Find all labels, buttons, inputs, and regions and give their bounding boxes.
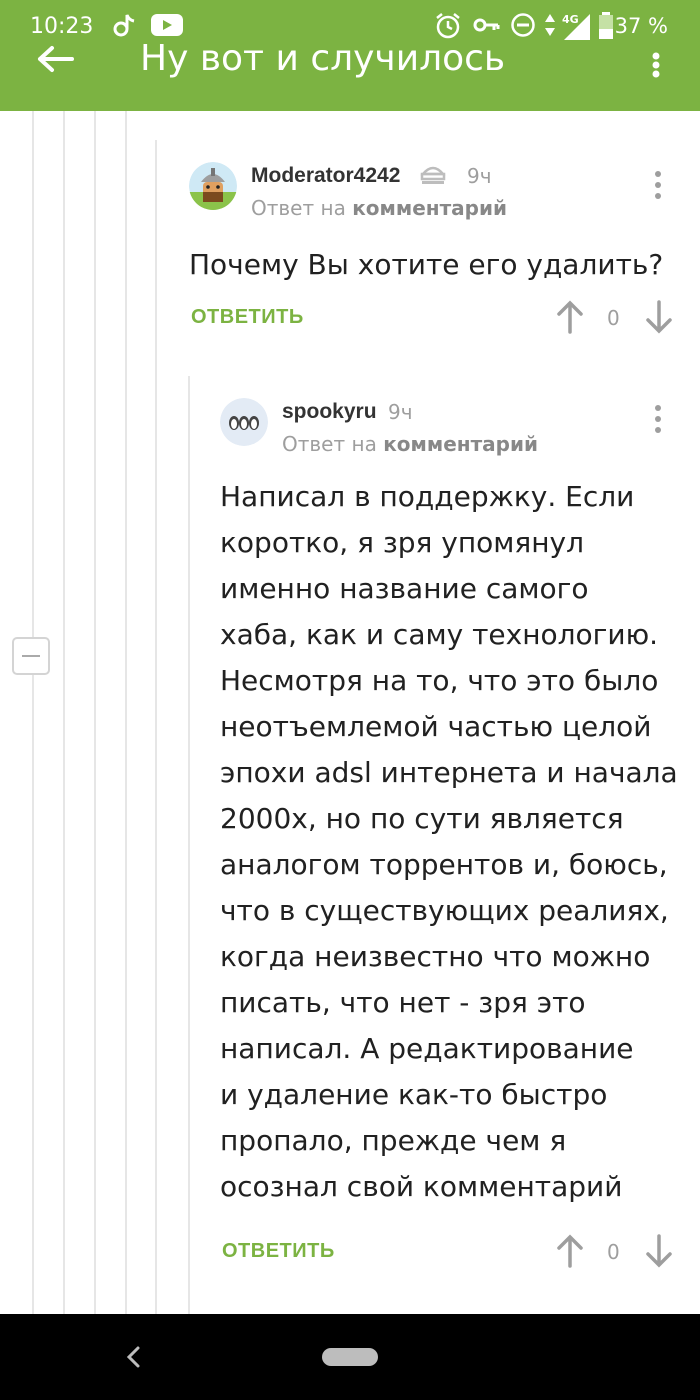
comment-text: Написал в поддержку. Если коротко, я зря… [220,474,678,1210]
comment-text-line: когда неизвестно что можно [220,940,651,973]
comment-text-line: Написал в поддержку. Если [220,480,635,513]
battery-icon [598,12,614,40]
comment-text-line: хаба, как и саму технологию. [220,618,659,651]
page-title: Ну вот и случилось [140,38,506,79]
comment-username[interactable]: Moderator4242 [251,164,400,188]
comment-text-line: Несмотря на то, что это было [220,664,659,697]
comment-text-line: пропало, прежде чем я [220,1124,567,1157]
comment-text: Почему Вы хотите его удалить? [189,248,664,281]
avatar[interactable] [220,398,268,446]
app-bar: 10:23 4G 37 % Ну вот и случилось [0,0,700,111]
comment-username[interactable]: spookyru [282,400,377,424]
upvote-icon[interactable] [556,1234,584,1268]
signal-icon: 4G [560,12,594,42]
moderator-badge-icon [419,162,447,193]
comment-text-line: коротко, я зря упомянул [220,526,584,559]
system-nav-bar [0,1314,700,1400]
reply-to-line: Ответ на комментарий [251,196,507,220]
reply-to-line: Ответ на комментарий [282,432,538,456]
battery-percent: 37 % [614,14,668,38]
network-type-label: 4G [562,13,579,26]
comment-menu-icon[interactable] [653,170,663,202]
comment-text-line: написал. А редактирование [220,1032,634,1065]
thread-line [63,111,65,1314]
back-arrow-icon[interactable] [36,44,76,74]
comment-time: 9ч [467,164,492,188]
comment-text-line: неотъемлемой частью целой [220,710,652,743]
do-not-disturb-icon [510,12,536,38]
collapse-thread-button[interactable] [12,637,50,675]
reply-to-link[interactable]: комментарий [352,196,507,220]
status-time: 10:23 [30,14,94,39]
key-icon [472,12,500,38]
comment-text-line: осознал свой комментарий [220,1170,623,1203]
comment-text-line: 2000х, но по сути является [220,802,624,835]
downvote-icon[interactable] [645,300,673,334]
comment-text-line: эпохи adsl интернета и начала [220,756,678,789]
overflow-menu-icon[interactable] [648,52,664,78]
thread-line [32,111,34,1314]
nav-home-pill[interactable] [322,1348,378,1366]
comment-text-line: аналогом торрентов и, боюсь, [220,848,668,881]
comment-thread-line [188,376,190,1314]
data-arrows-icon [544,12,556,38]
vote-count: 0 [607,1240,620,1264]
comment-menu-icon[interactable] [653,404,663,436]
nav-back-icon[interactable] [122,1344,146,1370]
reply-button[interactable]: ОТВЕТИТЬ [222,1240,335,1263]
thread-line [94,111,96,1314]
vote-count: 0 [607,306,620,330]
comment-thread-line [155,140,157,1314]
youtube-icon [150,12,184,38]
avatar[interactable] [189,162,237,210]
thread-line [125,111,127,1314]
downvote-icon[interactable] [645,1234,673,1268]
upvote-icon[interactable] [556,300,584,334]
reply-to-link[interactable]: комментарий [383,432,538,456]
tiktok-icon [112,12,136,38]
comment-text-line: именно название самого [220,572,589,605]
reply-button[interactable]: ОТВЕТИТЬ [191,306,304,329]
reply-to-prefix: Ответ на [251,196,346,220]
comment: spookyru 9ч Ответ на комментарий Написал… [188,376,700,1314]
comment-text-line: писать, что нет - зря это [220,986,586,1019]
comment-text-line: что в существующих реалиях, [220,894,669,927]
comment-time: 9ч [388,400,413,424]
comment-text-line: и удаление как-то быстро [220,1078,608,1111]
alarm-icon [434,12,462,40]
reply-to-prefix: Ответ на [282,432,377,456]
